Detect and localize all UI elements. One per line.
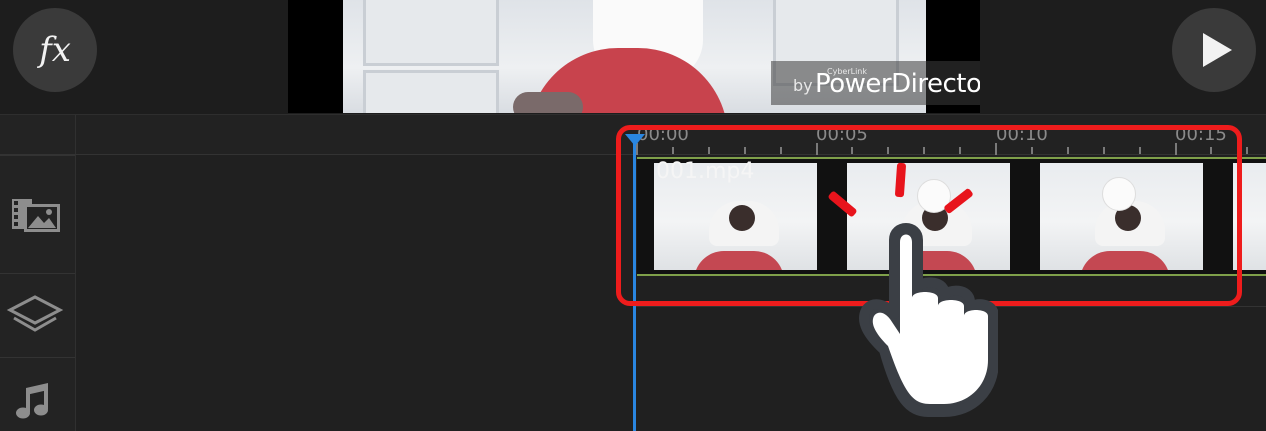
powerdirector-watermark: by CyberLink PowerDirector: [771, 61, 980, 105]
play-button[interactable]: [1172, 8, 1256, 92]
watermark-by: by: [793, 76, 813, 95]
layers-track-icon[interactable]: [6, 293, 64, 337]
video-image-track-icon[interactable]: [10, 195, 62, 235]
ruler-tick: [1246, 147, 1248, 154]
watermark-product: PowerDirector: [815, 69, 980, 99]
fx-icon: fx: [39, 30, 71, 70]
play-icon: [1203, 33, 1232, 67]
track-icons-column: [0, 115, 76, 431]
fx-button[interactable]: fx: [13, 8, 97, 92]
music-track-icon[interactable]: [14, 383, 54, 423]
tap-hand-icon: [859, 223, 998, 417]
video-preview[interactable]: by CyberLink PowerDirector: [288, 0, 980, 113]
